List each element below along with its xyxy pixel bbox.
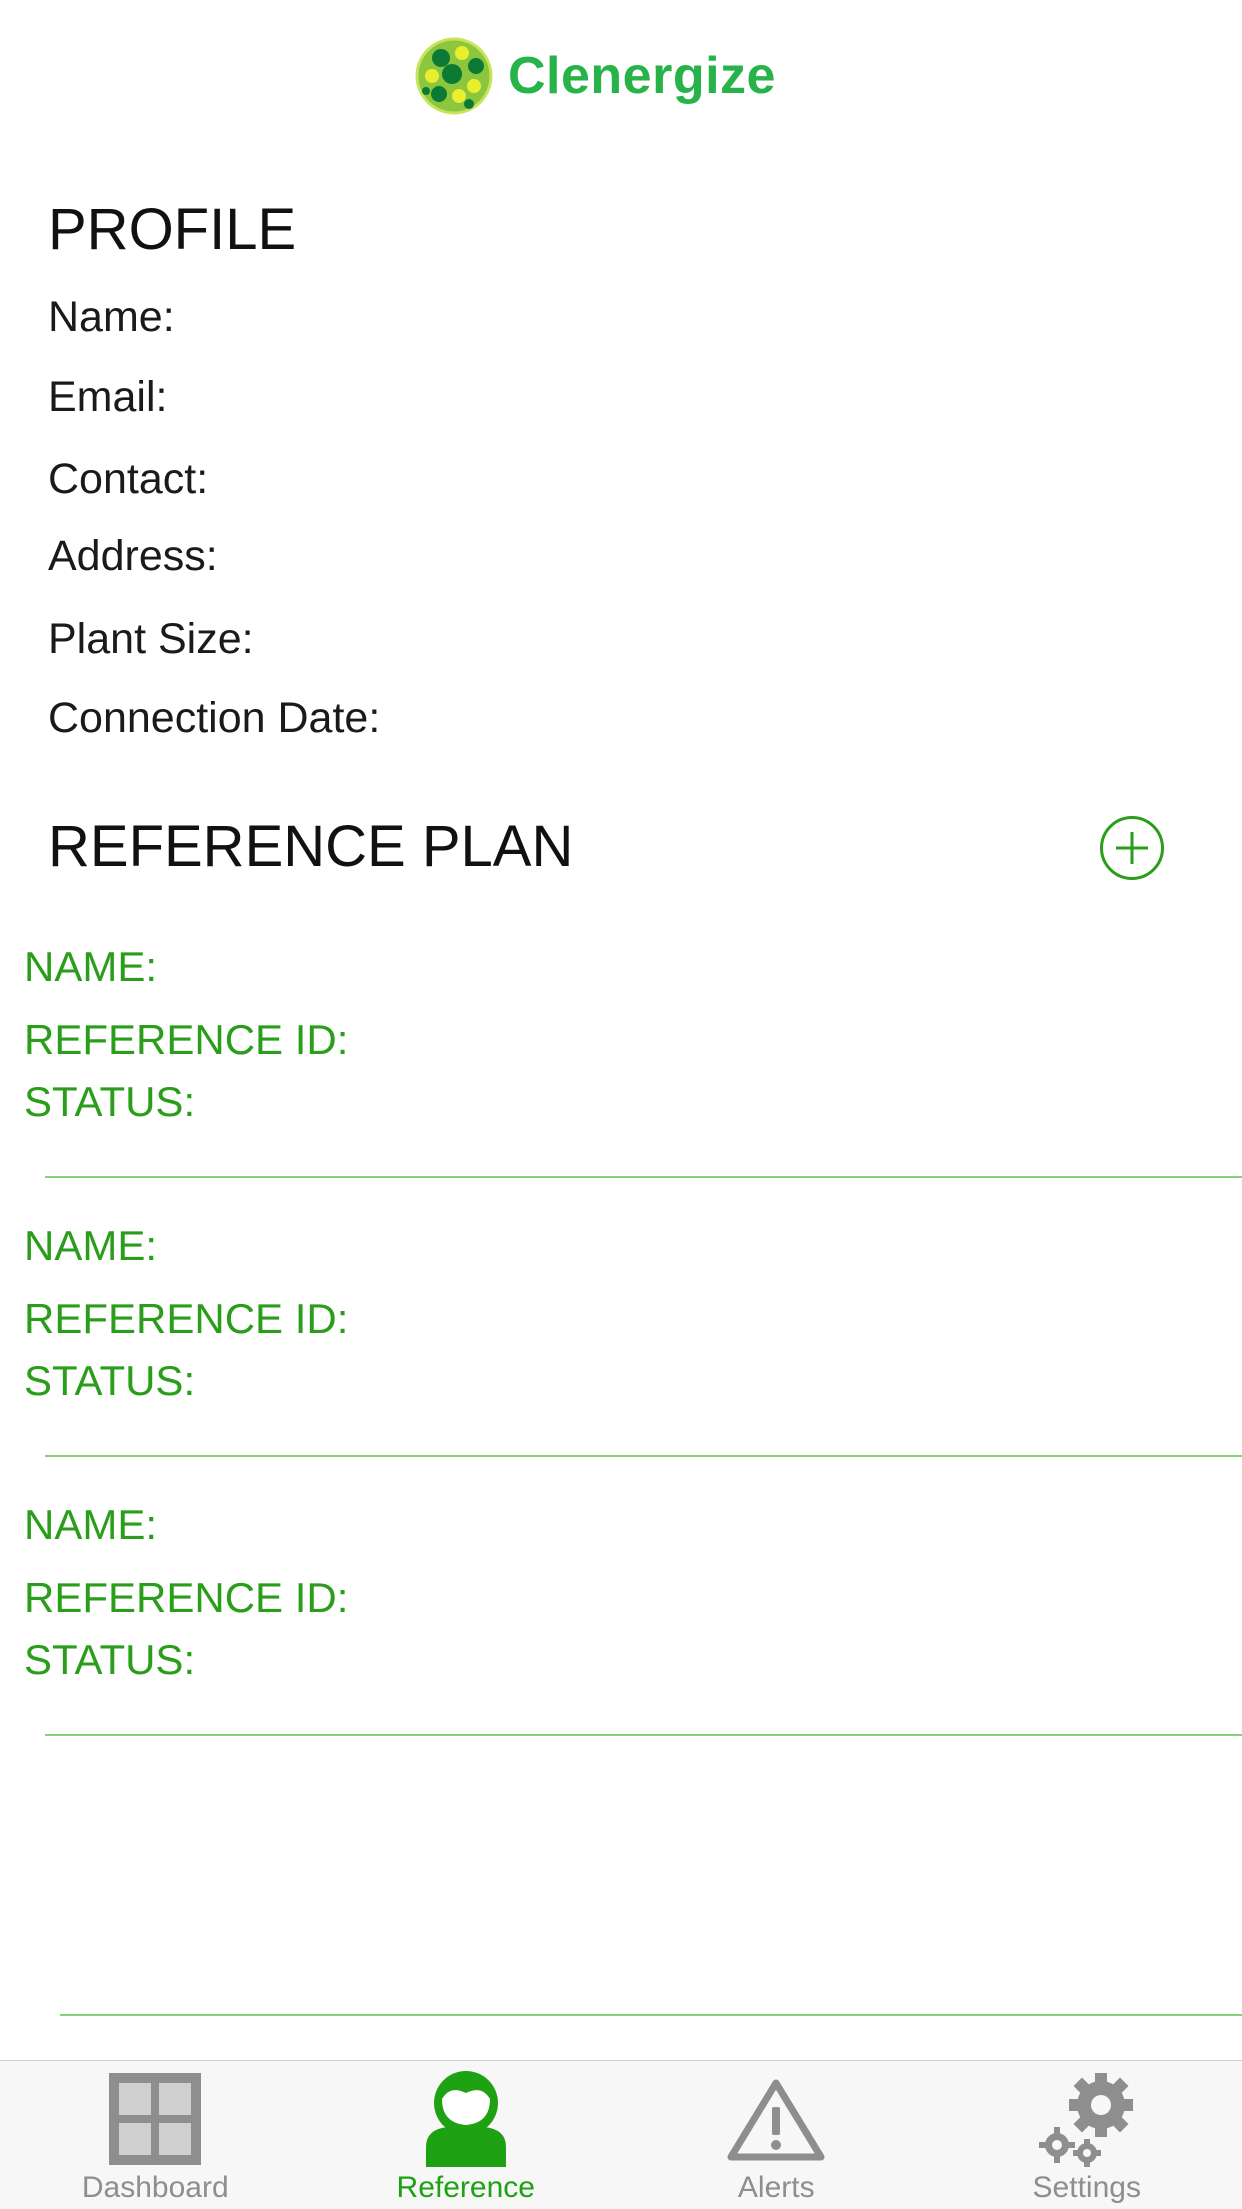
- gears-icon: [1037, 2069, 1137, 2169]
- profile-title: PROFILE: [48, 196, 296, 263]
- reference-2-status-label: STATUS:: [24, 1357, 195, 1405]
- dashboard-grid-icon: [107, 2071, 203, 2167]
- reference-1-status-label: STATUS:: [24, 1078, 195, 1126]
- person-icon: [426, 2071, 506, 2167]
- tab-reference-label: Reference: [397, 2171, 535, 2205]
- tab-settings-label: Settings: [1033, 2171, 1141, 2205]
- reference-3-name-label: NAME:: [24, 1501, 157, 1549]
- tab-bar: Dashboard Reference Alerts: [0, 2060, 1242, 2209]
- profile-contact-label: Contact:: [48, 455, 208, 504]
- tab-reference[interactable]: Reference: [311, 2061, 622, 2209]
- reference-3-id-label: REFERENCE ID:: [24, 1574, 348, 1622]
- reference-plan-title: REFERENCE PLAN: [48, 813, 573, 880]
- tab-alerts[interactable]: Alerts: [621, 2061, 932, 2209]
- reference-1-id-label: REFERENCE ID:: [24, 1016, 348, 1064]
- reference-2-id-label: REFERENCE ID:: [24, 1295, 348, 1343]
- reference-divider: [45, 1734, 1242, 1736]
- add-reference-button[interactable]: [1100, 816, 1164, 880]
- reference-divider: [45, 1455, 1242, 1457]
- plus-icon: [1112, 828, 1152, 868]
- app-logo: Clenergize: [414, 36, 776, 116]
- warning-triangle-icon: [726, 2077, 826, 2161]
- tab-dashboard-label: Dashboard: [82, 2171, 229, 2205]
- tab-settings[interactable]: Settings: [932, 2061, 1242, 2209]
- app-name: Clenergize: [508, 46, 776, 106]
- profile-address-label: Address:: [48, 532, 218, 581]
- logo-icon: [414, 36, 494, 116]
- profile-email-label: Email:: [48, 373, 167, 422]
- tab-alerts-label: Alerts: [738, 2171, 815, 2205]
- profile-name-label: Name:: [48, 293, 175, 342]
- profile-plant-size-label: Plant Size:: [48, 615, 254, 664]
- reference-3-status-label: STATUS:: [24, 1636, 195, 1684]
- reference-2-name-label: NAME:: [24, 1222, 157, 1270]
- reference-divider: [45, 1176, 1242, 1178]
- tab-dashboard[interactable]: Dashboard: [0, 2061, 311, 2209]
- profile-connection-date-label: Connection Date:: [48, 694, 380, 743]
- reference-1-name-label: NAME:: [24, 943, 157, 991]
- list-end-divider: [60, 2014, 1242, 2016]
